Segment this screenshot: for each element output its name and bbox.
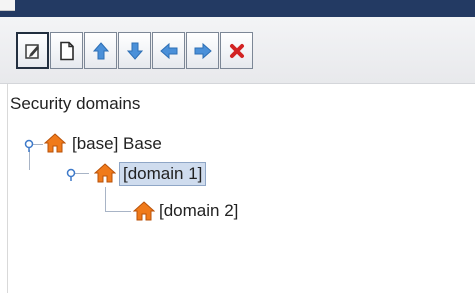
move-right-button[interactable] — [186, 32, 219, 69]
delete-button[interactable] — [220, 32, 253, 69]
security-domains-tree[interactable]: Security domains [base] Base [domain 1] … — [0, 84, 475, 293]
tree-connector — [105, 211, 131, 212]
toolbar — [0, 17, 475, 84]
window-title-bar — [0, 0, 475, 17]
house-icon — [94, 163, 116, 183]
move-left-button[interactable] — [152, 32, 185, 69]
new-document-icon — [59, 41, 74, 60]
tree-connector — [29, 150, 30, 170]
edit-button[interactable] — [16, 32, 49, 69]
delete-icon — [229, 43, 244, 58]
tree-node-base[interactable]: [base] Base — [72, 134, 162, 154]
house-icon — [44, 133, 66, 153]
tree-root-label: Security domains — [10, 94, 141, 113]
edit-icon — [24, 43, 39, 59]
arrow-down-icon — [126, 42, 143, 60]
new-button[interactable] — [50, 32, 83, 69]
tree-border — [7, 84, 8, 293]
house-icon — [133, 201, 155, 221]
tree-node-domain-2[interactable]: [domain 2] — [159, 201, 238, 221]
expand-toggle-icon[interactable] — [23, 138, 37, 152]
arrow-left-icon — [159, 42, 177, 59]
window-icon — [0, 0, 15, 11]
tree-connector — [105, 187, 106, 211]
expand-toggle-icon[interactable] — [65, 167, 79, 181]
arrow-right-icon — [194, 42, 212, 59]
tree-node-domain-1[interactable]: [domain 1] — [119, 162, 207, 186]
move-down-button[interactable] — [118, 32, 151, 69]
arrow-up-icon — [92, 41, 109, 59]
move-up-button[interactable] — [84, 32, 117, 69]
